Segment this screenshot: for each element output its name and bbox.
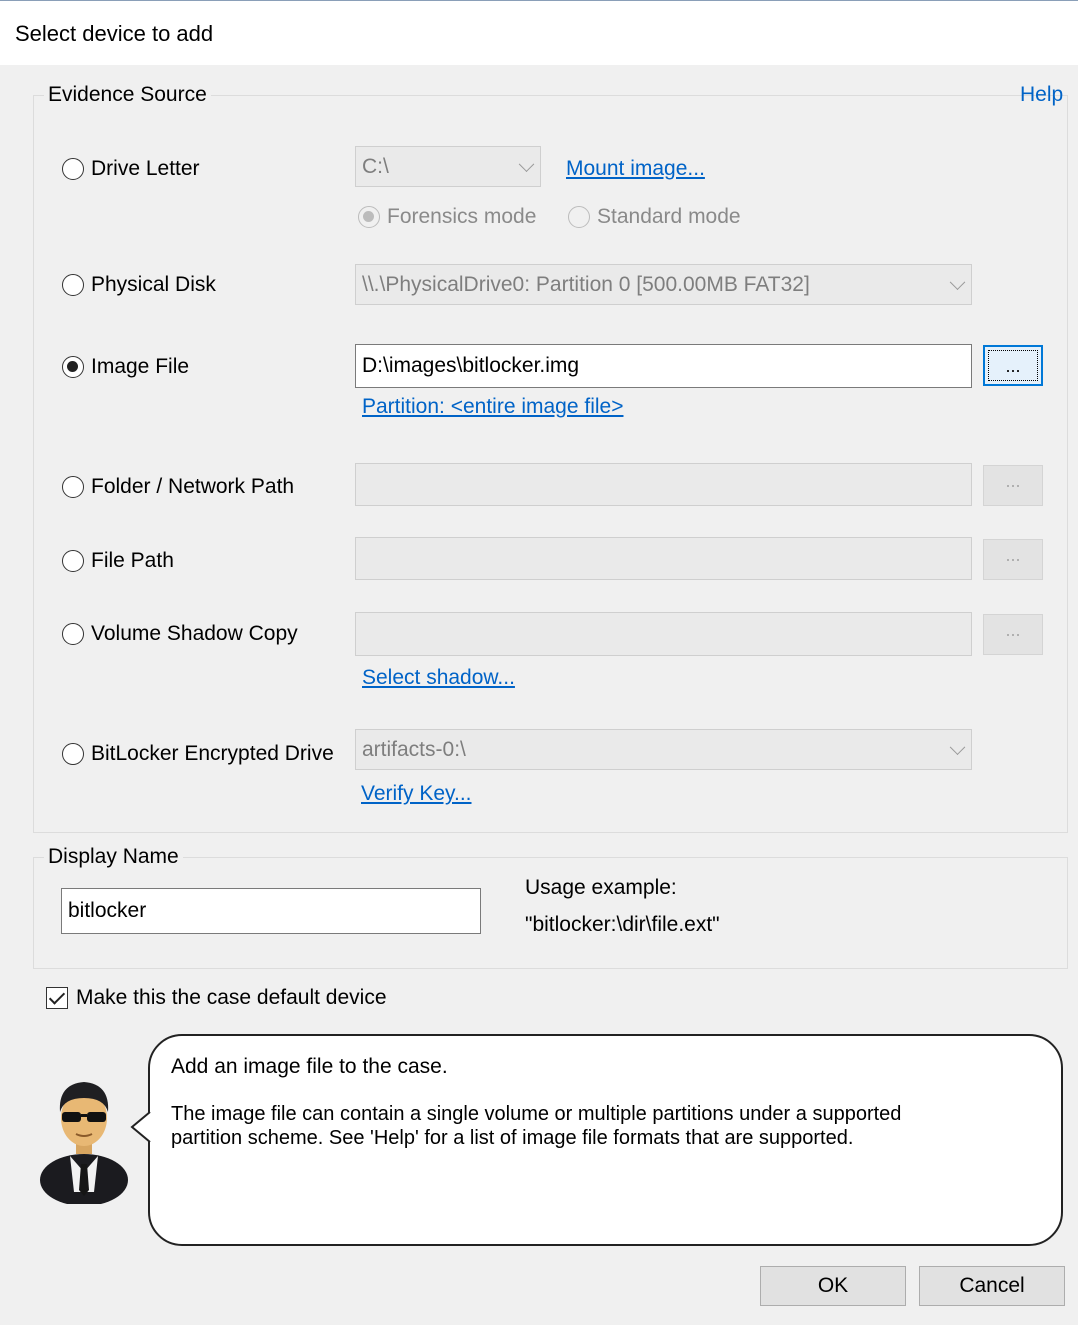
image-file-browse-label: ... (988, 350, 1038, 381)
file-path-radio[interactable] (62, 550, 84, 572)
chevron-down-icon (518, 155, 535, 172)
drive-letter-radio[interactable] (62, 158, 84, 180)
verify-key-link[interactable]: Verify Key... (361, 782, 472, 806)
image-file-browse-button[interactable]: ... (983, 345, 1043, 386)
window-title: Select device to add (15, 21, 214, 46)
chevron-down-icon (949, 738, 966, 755)
standard-mode-label: Standard mode (597, 205, 741, 228)
help-link[interactable]: Help (1020, 83, 1063, 107)
title-bar: Select device to add (0, 0, 1078, 65)
usage-example-label: Usage example: (525, 876, 677, 899)
mount-image-link[interactable]: Mount image... (566, 157, 705, 181)
forensics-mode-radio[interactable] (358, 206, 380, 228)
usage-example-value: "bitlocker:\dir\file.ext" (525, 913, 720, 936)
chevron-down-icon (949, 273, 966, 290)
bitlocker-label: BitLocker Encrypted Drive (91, 742, 334, 765)
folder-network-radio[interactable] (62, 476, 84, 498)
checkmark-icon (48, 988, 66, 1005)
volume-shadow-radio[interactable] (62, 623, 84, 645)
drive-letter-select[interactable]: C:\ (355, 146, 541, 187)
default-device-checkbox[interactable] (46, 987, 68, 1009)
standard-mode-radio[interactable] (568, 206, 590, 228)
cancel-button[interactable]: Cancel (919, 1266, 1065, 1306)
folder-network-input[interactable] (355, 463, 972, 506)
assistant-line-1: Add an image file to the case. (171, 1055, 448, 1078)
physical-disk-value: \\.\PhysicalDrive0: Partition 0 [500.00M… (362, 272, 810, 296)
folder-network-browse-button[interactable]: ... (983, 465, 1043, 506)
image-file-input[interactable]: D:\images\bitlocker.img (355, 344, 972, 388)
image-file-radio[interactable] (62, 356, 84, 378)
agent-avatar-icon (40, 1082, 128, 1204)
physical-disk-select[interactable]: \\.\PhysicalDrive0: Partition 0 [500.00M… (355, 264, 972, 305)
bitlocker-value: artifacts-0:\ (362, 737, 466, 761)
physical-disk-label: Physical Disk (91, 273, 216, 296)
folder-network-label: Folder / Network Path (91, 475, 295, 498)
image-file-value: D:\images\bitlocker.img (362, 354, 580, 377)
file-path-label: File Path (91, 549, 174, 572)
display-name-legend: Display Name (44, 845, 183, 869)
bitlocker-select[interactable]: artifacts-0:\ (355, 729, 972, 770)
file-path-browse-button[interactable]: ... (983, 539, 1043, 580)
volume-shadow-input[interactable] (355, 612, 972, 656)
volume-shadow-label: Volume Shadow Copy (91, 622, 298, 645)
evidence-source-legend: Evidence Source (44, 83, 211, 107)
display-name-value: bitlocker (68, 899, 147, 922)
file-path-input[interactable] (355, 537, 972, 580)
drive-letter-label: Drive Letter (91, 157, 200, 180)
ok-button[interactable]: OK (760, 1266, 906, 1306)
forensics-mode-label: Forensics mode (387, 205, 537, 228)
assistant-line-2: The image file can contain a single volu… (171, 1103, 902, 1125)
bitlocker-radio[interactable] (62, 743, 84, 765)
assistant-line-3: partition scheme. See 'Help' for a list … (171, 1127, 854, 1149)
volume-shadow-browse-button[interactable]: ... (983, 614, 1043, 655)
display-name-input[interactable]: bitlocker (61, 888, 481, 934)
physical-disk-radio[interactable] (62, 274, 84, 296)
drive-letter-value: C:\ (362, 154, 389, 178)
image-file-label: Image File (91, 355, 190, 378)
partition-link[interactable]: Partition: <entire image file> (362, 395, 623, 419)
default-device-label: Make this the case default device (76, 986, 387, 1009)
select-shadow-link[interactable]: Select shadow... (362, 666, 515, 690)
speech-bubble-tail (130, 1112, 152, 1142)
